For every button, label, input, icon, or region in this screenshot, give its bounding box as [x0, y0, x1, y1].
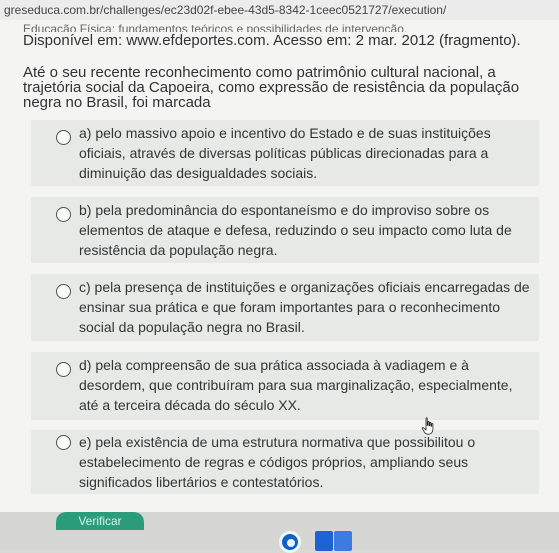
answer-option-e[interactable]: e) pela existência de uma estrutura norm…	[31, 430, 539, 494]
answer-text-c: c) pela presença de instituições e organ…	[79, 279, 530, 335]
answer-text-d: d) pela compreensão de sua prática assoc…	[79, 357, 513, 413]
taskbar-window-icon[interactable]	[334, 531, 352, 551]
source-reference: Disponível em: www.efdeportes.com. Acess…	[23, 32, 521, 49]
radio-button-a[interactable]	[56, 130, 71, 145]
taskbar-window-icon[interactable]	[315, 531, 333, 551]
answer-option-b[interactable]: b) pela predominância do espontaneísmo e…	[31, 197, 539, 263]
radio-button-d[interactable]	[56, 362, 71, 377]
answer-option-c[interactable]: c) pela presença de instituições e organ…	[31, 274, 539, 341]
hand-pointer-icon	[421, 417, 434, 435]
answer-text-b: b) pela predominância do espontaneísmo e…	[79, 202, 512, 258]
radio-button-b[interactable]	[56, 207, 71, 222]
bottom-toolbar: Verificar	[0, 512, 559, 553]
question-page: Educação Física: fundamentos teóricos e …	[0, 20, 559, 553]
question-prompt: Até o seu recente reconhecimento como pa…	[23, 64, 520, 111]
answer-text-a: a) pelo massivo apoio e incentivo do Est…	[79, 125, 491, 181]
cropped-source-line: Educação Física: fundamentos teóricos e …	[23, 23, 408, 32]
answer-option-d[interactable]: d) pela compreensão de sua prática assoc…	[31, 352, 539, 420]
answer-option-a[interactable]: a) pelo massivo apoio e incentivo do Est…	[31, 120, 539, 186]
answer-text-e: e) pela existência de uma estrutura norm…	[79, 434, 476, 490]
radio-button-e[interactable]	[56, 435, 71, 450]
radio-button-c[interactable]	[56, 284, 71, 299]
url-text: greseduca.com.br/challenges/ec23d02f-ebe…	[4, 3, 447, 17]
submit-button[interactable]: Verificar	[56, 512, 144, 530]
address-bar[interactable]: greseduca.com.br/challenges/ec23d02f-ebe…	[0, 0, 559, 20]
